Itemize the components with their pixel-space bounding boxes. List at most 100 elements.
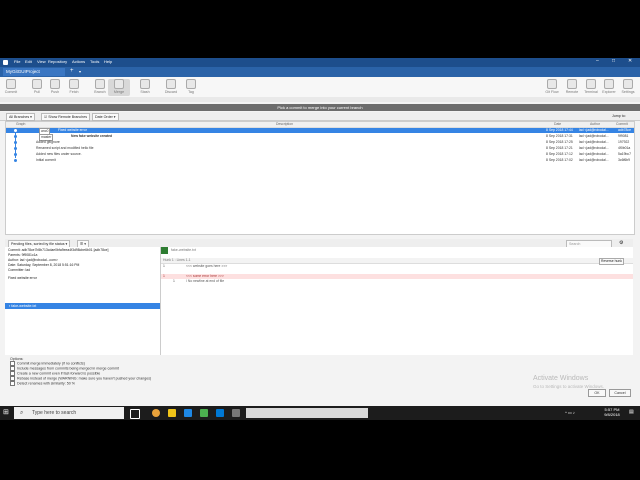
activate-windows-subtitle: Go to Settings to activate Windows. <box>533 384 605 389</box>
show-remote-label: Show Remote Branches <box>48 115 87 119</box>
branch-label: Branch <box>94 90 106 94</box>
git-flow-button[interactable]: Git Flow <box>541 79 563 96</box>
qr-code-icon <box>161 247 168 254</box>
settings-label: Settings <box>621 90 635 94</box>
ok-button[interactable]: OK <box>588 389 606 397</box>
commit-label: Commit <box>4 90 18 94</box>
chrome-icon[interactable] <box>152 409 160 417</box>
commit-description: Fixed website error <box>58 128 87 132</box>
git-flow-label: Git Flow <box>545 90 559 94</box>
menu-repository[interactable]: Repository <box>48 59 67 64</box>
minimize-icon[interactable]: – <box>596 58 599 64</box>
commit-description: Added new files under source. <box>36 152 82 156</box>
file-name: fake-website.txt <box>11 304 37 308</box>
file-explorer-icon[interactable] <box>168 409 176 417</box>
discard-label: Discard <box>164 90 178 94</box>
option-detect-renames[interactable]: Detect renames with similarity: 50 % <box>10 381 75 386</box>
gear-icon[interactable]: ⚙ <box>619 240 623 246</box>
option-label: Commit merge immediately (if no conflict… <box>17 361 85 366</box>
maximize-icon[interactable]: □ <box>612 58 615 64</box>
commit-row[interactable]: Renamed script and modified hello file 8… <box>6 146 634 151</box>
repo-tab[interactable]: MyGitGUIProject <box>3 68 65 76</box>
terminal-icon <box>586 79 596 89</box>
notifications-icon[interactable]: ▤ <box>629 409 634 415</box>
commit-date: 8 Sep 2018 17:31 <box>546 134 573 138</box>
commit-hash: 9f9081 <box>618 134 629 138</box>
date-order-dropdown[interactable]: Date Order ▾ <box>92 113 119 121</box>
cancel-button[interactable]: Cancel <box>609 389 631 397</box>
chevron-down-icon[interactable]: ▾ <box>79 68 81 75</box>
stash-button[interactable]: Stash <box>134 79 156 96</box>
commit-row[interactable]: anc0 Fixed website error 8 Sep 2018 17:4… <box>6 128 634 135</box>
search-placeholder: Search <box>569 242 581 246</box>
column-commit[interactable]: Commit <box>616 122 628 127</box>
commit-hash: 5a19bc7 <box>618 152 632 156</box>
fetch-icon <box>69 79 79 89</box>
menu-file[interactable]: File <box>14 59 20 64</box>
remote-label: Remote <box>565 90 579 94</box>
fetch-button[interactable]: Fetch <box>63 79 85 96</box>
file-list-item[interactable]: ▪ fake-website.txt <box>5 303 160 309</box>
fetch-label: Fetch <box>69 90 79 94</box>
search-icon: ⌕ <box>20 410 24 416</box>
menu-help[interactable]: Help <box>104 59 112 64</box>
clock-date: 9/8/2018 <box>604 412 620 417</box>
commit-row[interactable]: master New fake website created 8 Sep 20… <box>6 134 634 141</box>
taskbar-search-placeholder: Type here to search <box>32 410 77 416</box>
line-text: \ No newline at end of file <box>186 279 225 283</box>
diff-pane: fake-website.txt Hunk 1 : Lines 1-1 Reve… <box>161 247 633 355</box>
menu-actions[interactable]: Actions <box>72 59 85 64</box>
commit-button[interactable]: Commit <box>0 79 22 96</box>
diff-line: 1 \ No newline at end of file <box>161 279 633 284</box>
system-tray-icons[interactable]: ^ ▭ ♪ <box>565 410 575 415</box>
taskbar-search-input[interactable]: ⌕ Type here to search <box>14 407 124 419</box>
dialog-title: Pick a commit to merge into your current… <box>0 104 640 111</box>
tag-icon <box>186 79 196 89</box>
commit-row[interactable]: Added gitignore 8 Sep 2018 17:25 lad <ja… <box>6 140 634 145</box>
menu-edit[interactable]: Edit <box>25 59 32 64</box>
discard-icon <box>166 79 176 89</box>
column-date[interactable]: Date <box>554 122 561 127</box>
edge-icon[interactable] <box>184 409 192 417</box>
clock[interactable]: 5:57 PM 9/8/2018 <box>600 407 624 417</box>
line-number: 1 <box>163 264 165 268</box>
merge-button[interactable]: Merge <box>108 79 130 96</box>
commit-row[interactable]: Added new files under source. 8 Sep 2018… <box>6 152 634 157</box>
commit-details-pane: Commit: adb78ce7b5b713cdae0bfa9eea4f3d98… <box>5 247 161 355</box>
jump-to-label: Jump to: <box>612 114 626 118</box>
column-description[interactable]: Description <box>276 122 293 127</box>
tag-button[interactable]: Tag <box>180 79 202 96</box>
task-view-icon[interactable] <box>130 409 140 419</box>
sourcetree-taskbar-icon[interactable] <box>216 409 224 417</box>
show-remote-checkbox[interactable]: ☑ Show Remote Branches <box>41 113 90 121</box>
column-graph[interactable]: Graph <box>16 122 25 127</box>
folder-icon <box>604 79 614 89</box>
gear-icon <box>623 79 633 89</box>
commit-author: lad <jad@robodal... <box>579 128 609 132</box>
menu-view[interactable]: View <box>37 59 46 64</box>
close-icon[interactable]: ✕ <box>628 58 632 64</box>
app-icon[interactable] <box>232 409 240 417</box>
column-author[interactable]: Author <box>590 122 600 127</box>
explorer-label: Explorer <box>602 90 616 94</box>
commit-hash: 4f0b01a <box>618 146 631 150</box>
app-icon[interactable] <box>200 409 208 417</box>
push-icon <box>50 79 60 89</box>
list-icon: ☰ <box>80 242 84 246</box>
toolbar: Commit Pull Push Fetch Branch Merge Stas… <box>0 77 640 98</box>
menu-tools[interactable]: Tools <box>90 59 99 64</box>
commit-author: lad <jad@robodal... <box>579 134 609 138</box>
commit-date: 8 Sep 2018 17:02 <box>546 158 573 162</box>
settings-button[interactable]: Settings <box>617 79 639 96</box>
commit-message: Fixed website error <box>8 276 37 280</box>
commit-node-icon <box>14 153 17 156</box>
commit-date: 8 Sep 2018 17:21 <box>546 146 573 150</box>
commit-row[interactable]: Initial commit 8 Sep 2018 17:02 lad <jad… <box>6 158 634 163</box>
subtabs-strip <box>0 97 640 102</box>
option-label: Detect renames with similarity: 50 % <box>17 381 75 386</box>
add-tab-icon[interactable]: + <box>70 68 74 75</box>
all-branches-dropdown[interactable]: All Branches ▾ <box>6 113 35 121</box>
discard-button[interactable]: Discard <box>160 79 182 96</box>
windows-start-icon[interactable]: ⊞ <box>3 409 11 417</box>
date-order-label: Date Order <box>95 115 113 119</box>
